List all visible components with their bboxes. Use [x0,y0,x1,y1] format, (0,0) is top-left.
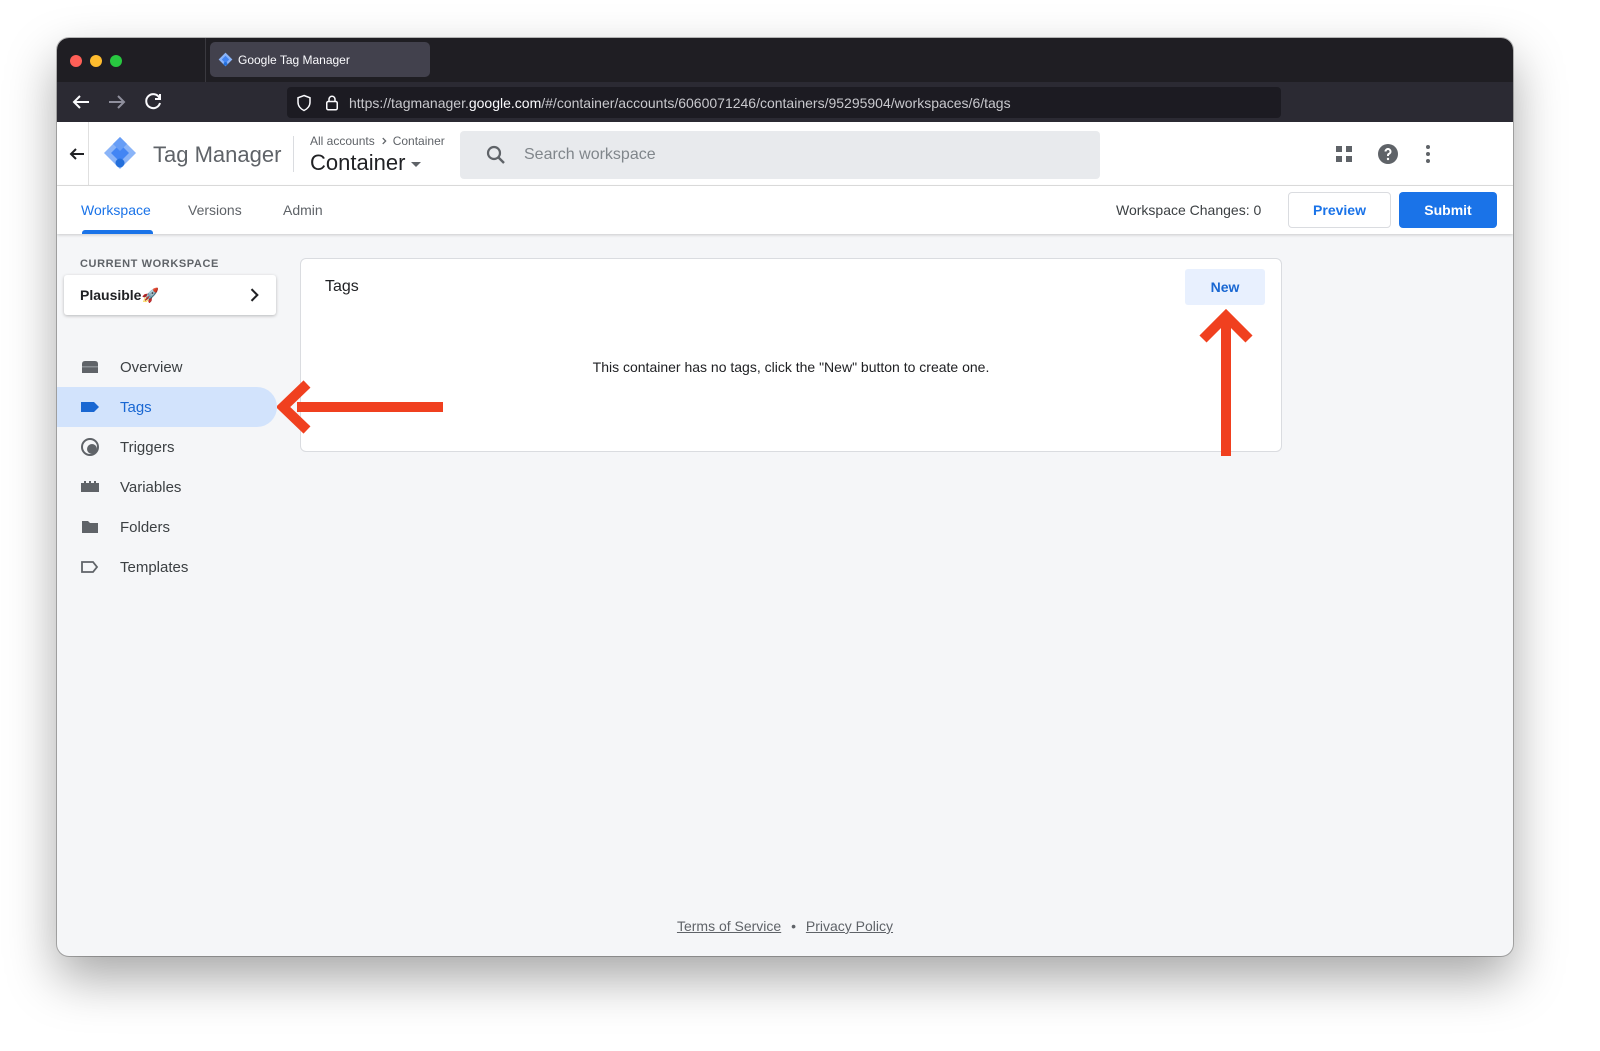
trigger-icon [81,438,99,456]
sidebar-item-triggers[interactable]: Triggers [57,427,277,467]
workspace-name: Plausible🚀 [80,286,159,303]
preview-button[interactable]: Preview [1288,192,1391,228]
back-arrow-icon[interactable] [69,90,93,114]
search-icon [486,145,505,164]
workspace-changes-count: Workspace Changes: 0 [1116,202,1262,218]
workspace-subnav: Workspace Versions Admin Workspace Chang… [57,186,1513,234]
reload-icon[interactable] [141,90,165,114]
browser-navbar: https://tagmanager. google.com/#/containe… [57,82,1513,122]
maximize-window-button[interactable] [110,55,122,67]
folder-icon [82,521,98,533]
help-icon[interactable] [1376,142,1400,166]
header-divider [293,136,294,172]
gtm-favicon-icon [218,52,233,67]
more-vert-icon[interactable] [1416,142,1440,166]
sidebar-item-label: Tags [120,398,152,416]
breadcrumb-all-accounts[interactable]: All accounts [310,134,375,148]
footer-separator: • [791,918,796,934]
browser-tab[interactable]: Google Tag Manager [210,42,430,77]
footer: Terms of Service • Privacy Policy [57,918,1513,934]
card-title: Tags [325,278,359,295]
empty-state-message: This container has no tags, click the "N… [592,359,990,375]
sidebar-item-templates[interactable]: Templates [57,547,277,587]
browser-tabbar: Google Tag Manager [57,38,1513,82]
apps-grid-icon[interactable] [1332,142,1356,166]
chevron-right-icon [382,137,387,145]
tag-icon [81,402,99,412]
current-workspace-label: CURRENT WORKSPACE [80,258,219,270]
search-placeholder: Search workspace [524,146,656,163]
breadcrumb: All accounts Container [310,134,445,148]
container-name: Container [310,150,406,175]
tab-workspace[interactable]: Workspace [81,202,151,218]
sidebar-item-label: Folders [120,518,171,536]
workspace-selector[interactable]: Plausible🚀 [64,275,276,315]
variables-icon [81,481,99,492]
url-path: /#/container/accounts/6060071246/contain… [541,94,1011,111]
sidebar-item-overview[interactable]: Overview [57,347,277,387]
close-window-button[interactable] [70,55,82,67]
minimize-window-button[interactable] [90,55,102,67]
product-name: Tag Manager [153,142,282,167]
gtm-header: Tag Manager All accounts Container Conta… [57,122,1513,186]
url-host: google.com [468,94,542,111]
url-prefix: https://tagmanager. [349,94,469,111]
shield-icon[interactable] [295,94,313,112]
forward-arrow-icon[interactable] [105,90,129,114]
privacy-policy-link[interactable]: Privacy Policy [806,918,893,934]
tags-card: Tags New This container has no tags, cli… [300,258,1282,452]
back-arrow-icon[interactable] [65,142,89,166]
terms-of-service-link[interactable]: Terms of Service [677,918,781,934]
breadcrumb-container[interactable]: Container [393,134,445,148]
tag-manager-logo-icon [104,137,136,169]
active-tab-indicator [82,230,153,234]
sidebar-item-label: Templates [120,558,189,576]
tab-admin[interactable]: Admin [283,202,323,218]
overview-icon [82,361,98,373]
header-divider [88,122,89,186]
lock-icon[interactable] [323,93,341,113]
tabbar-divider [205,38,206,82]
new-tag-button[interactable]: New [1185,269,1265,305]
tab-versions[interactable]: Versions [188,202,242,218]
submit-button[interactable]: Submit [1399,192,1497,228]
sidebar-item-label: Triggers [120,438,175,456]
chevron-right-icon [250,288,259,302]
sidebar-item-variables[interactable]: Variables [57,467,277,507]
template-icon [81,561,99,573]
sidebar-item-folders[interactable]: Folders [57,507,277,547]
browser-window: Google Tag Manager https://tagmanager. go… [57,38,1513,956]
container-selector[interactable]: Container [310,150,422,176]
url-bar[interactable]: https://tagmanager. google.com/#/containe… [287,87,1281,118]
browser-tab-title: Google Tag Manager [238,52,350,67]
sidebar-item-label: Variables [120,478,182,496]
sidebar-item-label: Overview [120,358,183,376]
sidebar-item-tags[interactable]: Tags [57,387,277,427]
dropdown-caret-icon [411,162,422,167]
search-input[interactable]: Search workspace [460,131,1100,179]
